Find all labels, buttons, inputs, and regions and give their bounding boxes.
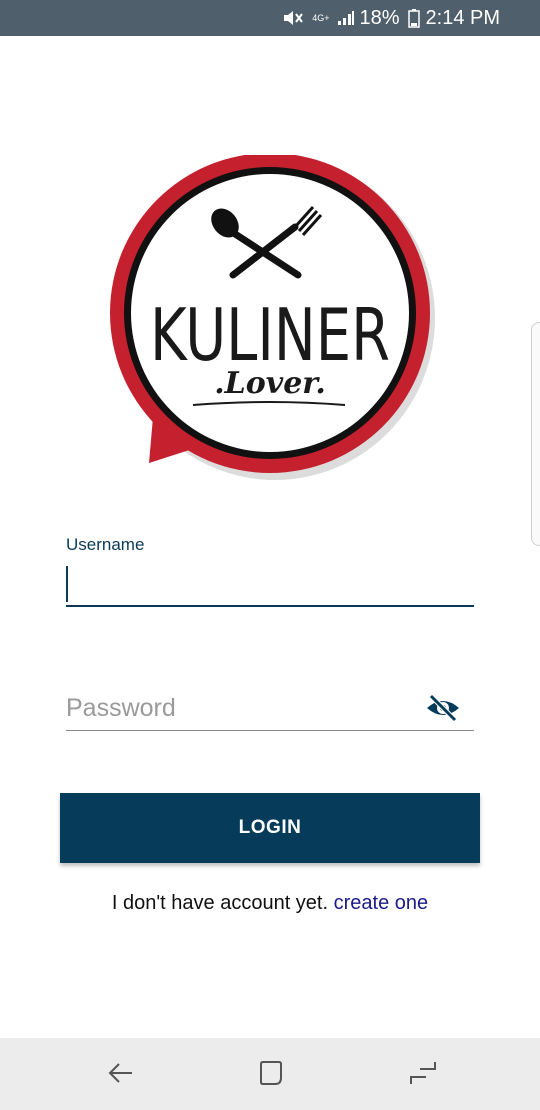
username-field[interactable] [66, 565, 474, 605]
signal-icon [337, 10, 355, 26]
username-label: Username [66, 535, 145, 554]
recents-icon[interactable] [408, 1058, 438, 1088]
logo-title: KULINER [150, 293, 390, 377]
status-time: 2:14 PM [425, 6, 500, 29]
login-button[interactable]: LOGIN [60, 793, 480, 863]
status-bar: 4G+ 18% 2:14 PM [0, 0, 540, 36]
edge-panel-handle[interactable] [531, 322, 540, 546]
text-cursor [66, 566, 68, 602]
back-arrow-icon[interactable] [106, 1058, 136, 1088]
password-field[interactable] [66, 688, 416, 728]
battery-percent: 18% [359, 6, 400, 29]
password-underline [66, 730, 474, 731]
create-account-link[interactable]: create one [334, 892, 429, 914]
eye-off-icon[interactable] [425, 692, 461, 724]
mute-icon [282, 9, 304, 27]
battery-icon [407, 8, 420, 28]
username-underline [66, 605, 474, 607]
network-type: 4G+ [312, 12, 330, 23]
signup-text: I don't have account yet. [111, 892, 329, 914]
home-square-icon[interactable] [256, 1058, 286, 1088]
app-logo: KULINER .Lover. [105, 153, 435, 485]
signup-prompt: I don't have account yet. create one [0, 892, 540, 915]
logo-subtitle: .Lover. [214, 366, 326, 401]
